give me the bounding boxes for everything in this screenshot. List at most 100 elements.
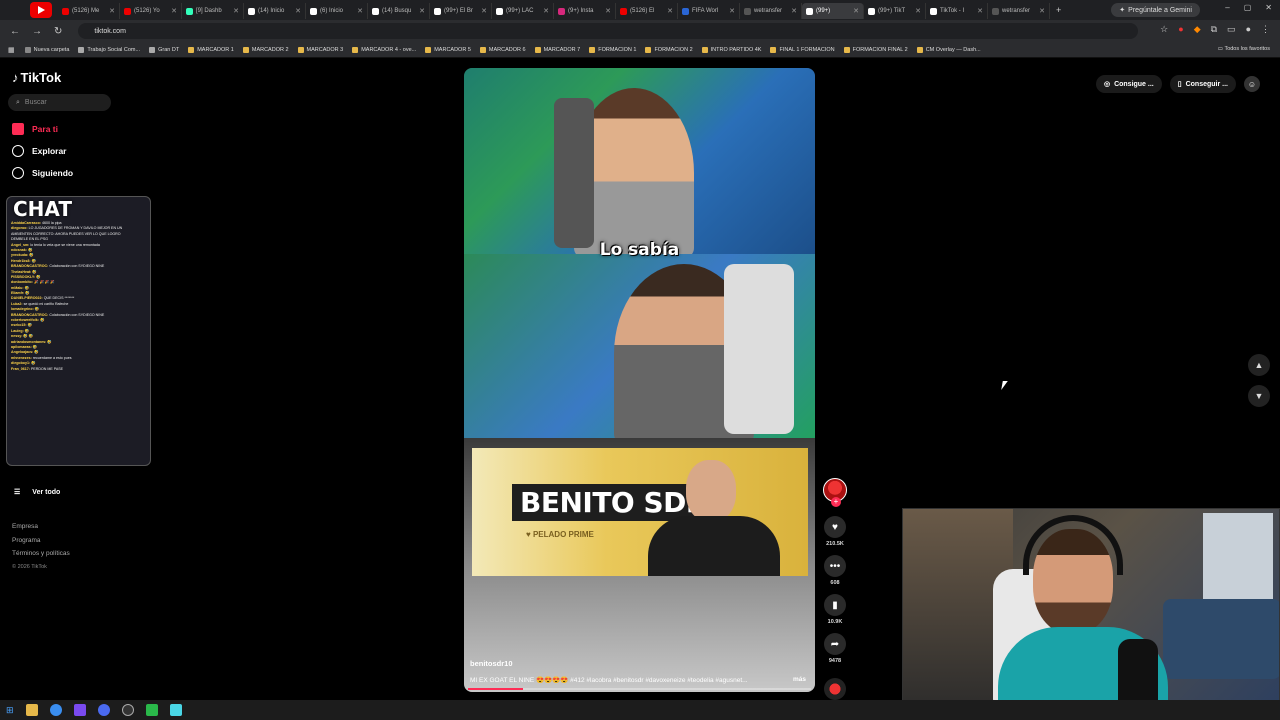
bookmark-item[interactable]: FORMACION 2 <box>645 46 693 53</box>
browser-tab[interactable]: (6) Inicio ✕ <box>306 3 368 19</box>
bookmark-item[interactable]: MARCADOR 3 <box>297 46 343 53</box>
browser-tab[interactable]: (99+) El Br ✕ <box>430 3 492 19</box>
all-bookmarks[interactable]: ▭ Todos los favoritos <box>1218 46 1270 52</box>
tab-close-icon[interactable]: ✕ <box>481 7 487 15</box>
tab-close-icon[interactable]: ✕ <box>915 7 921 15</box>
footer-link[interactable]: Términos y políticas <box>12 547 70 561</box>
forward-icon[interactable]: → <box>32 26 42 37</box>
tab-close-icon[interactable]: ✕ <box>729 7 735 15</box>
minimize-icon[interactable]: – <box>1225 3 1229 12</box>
url-field[interactable]: tiktok.com <box>78 23 1139 39</box>
menu-icon[interactable]: ⋮ <box>1261 24 1270 35</box>
search-input[interactable]: ⌕ Buscar <box>8 94 111 111</box>
browser-tab[interactable]: (99+) TikT ✕ <box>864 3 926 19</box>
back-icon[interactable]: ← <box>10 26 20 37</box>
nav-explore[interactable]: Explorar <box>12 145 67 157</box>
music-disc-icon[interactable] <box>824 678 846 700</box>
browser-tab[interactable]: wetransfer ✕ <box>740 3 802 19</box>
extension-icon[interactable]: ◆ <box>1194 24 1201 35</box>
apps-icon[interactable]: ▦ <box>8 46 15 54</box>
video-author[interactable]: benitosdr10 <box>470 659 513 668</box>
save-button[interactable]: ▮ <box>824 594 846 616</box>
comment-button[interactable]: ••• <box>824 555 846 577</box>
tab-close-icon[interactable]: ✕ <box>1039 7 1045 15</box>
video-progress-bar[interactable] <box>468 688 811 690</box>
following-icon <box>12 167 24 179</box>
video-player[interactable]: Lo sabía BENITO SDR ♥ PELADO PRIME benit… <box>464 68 815 692</box>
previous-video-button[interactable]: ▲ <box>1248 354 1270 376</box>
browser-tab[interactable]: (99+) LAC ✕ <box>492 3 554 19</box>
bookmark-item[interactable]: Trabajo Social Com... <box>78 46 140 53</box>
tab-close-icon[interactable]: ✕ <box>605 7 611 15</box>
tab-close-icon[interactable]: ✕ <box>791 7 797 15</box>
reload-icon[interactable]: ↻ <box>54 26 62 37</box>
gemini-button[interactable]: ✦ Pregúntale a Gemini <box>1111 3 1200 17</box>
chrome-icon[interactable] <box>49 704 62 716</box>
browser-tab[interactable]: TikTok - I ✕ <box>926 3 988 19</box>
tab-close-icon[interactable]: ✕ <box>295 7 301 15</box>
nav-for-you[interactable]: Para ti <box>12 123 58 135</box>
bookmark-item[interactable]: Nueva carpeta <box>24 46 69 53</box>
tab-close-icon[interactable]: ✕ <box>977 7 983 15</box>
footer-link[interactable]: Programa <box>12 534 70 548</box>
tiktok-logo[interactable]: ♪ TikTok <box>12 70 61 85</box>
browser-tab[interactable]: (14) Inicio ✕ <box>244 3 306 19</box>
author-avatar[interactable]: + <box>823 478 847 507</box>
app-icon[interactable] <box>73 704 86 716</box>
obs-icon[interactable] <box>121 704 134 716</box>
get-app-button[interactable]: ▯ Conseguir ... <box>1169 75 1236 93</box>
tab-close-icon[interactable]: ✕ <box>357 7 363 15</box>
browser-tab[interactable]: [9] Dashb ✕ <box>182 3 244 19</box>
puzzle-icon[interactable]: ⧉ <box>1211 24 1217 35</box>
maximize-icon[interactable]: ▢ <box>1244 3 1252 12</box>
browser-tab[interactable]: (5126) Me ✕ <box>58 3 120 19</box>
bookmark-item[interactable]: MARCADOR 6 <box>479 46 526 53</box>
browser-tab[interactable]: (5126) Yo ✕ <box>120 3 182 19</box>
share-button[interactable]: ➦ <box>824 633 846 655</box>
bookmark-item[interactable]: MARCADOR 1 <box>188 46 234 53</box>
nav-following[interactable]: Siguiendo <box>12 167 73 179</box>
tab-close-icon[interactable]: ✕ <box>667 7 673 15</box>
browser-tab[interactable]: (9+) Insta ✕ <box>554 3 616 19</box>
app-icon[interactable] <box>97 704 110 716</box>
sidepanel-icon[interactable]: ▭ <box>1227 24 1236 35</box>
follow-plus-icon[interactable]: + <box>831 497 841 507</box>
browser-tab[interactable]: FIFA Worl ✕ <box>678 3 740 19</box>
like-button[interactable]: ♥ <box>824 516 846 538</box>
close-icon[interactable]: ✕ <box>1265 3 1272 12</box>
windows-start-icon[interactable]: ⊞ <box>6 705 14 716</box>
bookmark-item[interactable]: MARCADOR 7 <box>534 46 580 53</box>
bookmark-item[interactable]: MARCADOR 2 <box>242 46 289 53</box>
tab-close-icon[interactable]: ✕ <box>543 7 549 15</box>
new-tab-button[interactable]: + <box>1056 5 1061 15</box>
tab-close-icon[interactable]: ✕ <box>233 7 239 15</box>
see-all-button[interactable]: ☰ Ver todo <box>14 488 60 497</box>
file-explorer-icon[interactable] <box>25 704 38 716</box>
next-video-button[interactable]: ▼ <box>1248 385 1270 407</box>
browser-tab[interactable]: wetransfer ✕ <box>988 3 1050 19</box>
bookmark-item[interactable]: MARCADOR 4 - ove... <box>352 46 416 53</box>
more-link[interactable]: más <box>793 676 806 683</box>
get-coins-button[interactable]: ◎ Consigue ... <box>1095 75 1162 93</box>
bookmark-item[interactable]: FINAL 1 FORMACION <box>770 46 835 53</box>
bookmark-item[interactable]: Gran DT <box>149 46 179 53</box>
tab-close-icon[interactable]: ✕ <box>419 7 425 15</box>
star-icon[interactable]: ☆ <box>1160 24 1168 35</box>
footer-link[interactable]: Empresa <box>12 520 70 534</box>
browser-tab[interactable]: (14) Busqu ✕ <box>368 3 430 19</box>
tab-close-icon[interactable]: ✕ <box>109 7 115 15</box>
browser-tab[interactable]: (5126) El ✕ <box>616 3 678 19</box>
bookmark-item[interactable]: INTRO PARTIDO 4K <box>701 46 761 53</box>
extension-icon[interactable]: ● <box>1178 24 1183 35</box>
tab-close-icon[interactable]: ✕ <box>853 7 859 15</box>
bookmark-item[interactable]: MARCADOR 5 <box>425 46 471 53</box>
browser-tab[interactable]: (99+) ✕ <box>802 3 864 19</box>
app-icon[interactable] <box>169 704 182 716</box>
profile-icon[interactable]: ● <box>1246 24 1251 35</box>
bookmark-item[interactable]: FORMACION 1 <box>589 46 636 53</box>
bookmark-item[interactable]: FORMACION FINAL 2 <box>843 46 908 53</box>
tab-close-icon[interactable]: ✕ <box>171 7 177 15</box>
profile-avatar-icon[interactable]: ☺ <box>1244 76 1260 92</box>
app-icon[interactable] <box>145 704 158 716</box>
bookmark-item[interactable]: CM Overlay — Dash... <box>916 46 981 53</box>
